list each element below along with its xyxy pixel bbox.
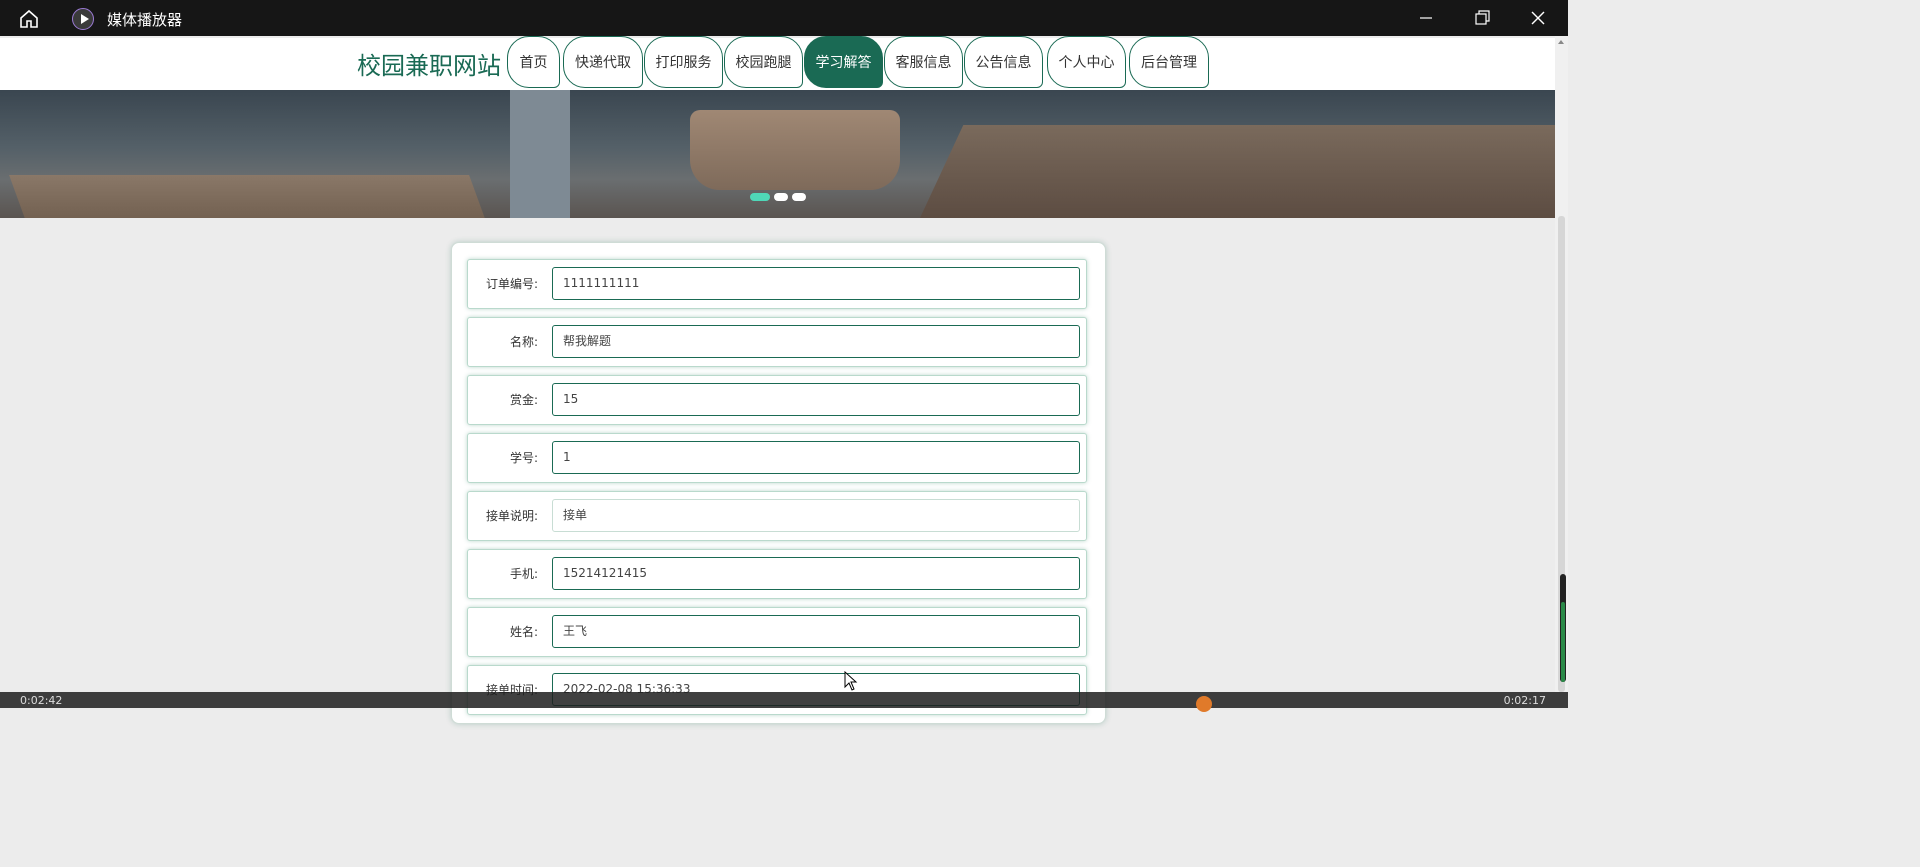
banner-image-chair [690,110,900,190]
banner-carousel[interactable] [0,90,1555,218]
phone-input[interactable]: 15214121415 [552,557,1080,590]
player-progress-bar[interactable]: 0:02:42 0:02:17 [0,692,1568,712]
nav-item-express-pickup[interactable]: 快递代取 [563,36,643,88]
field-label: 学号: [509,451,538,465]
field-accept-note: 接单说明: 接单 [467,491,1087,541]
nav-item-print-service[interactable]: 打印服务 [644,36,723,88]
site-name[interactable]: 校园兼职网站 [357,46,501,81]
nav-item-admin[interactable]: 后台管理 [1129,36,1209,88]
nav-item-customer-service[interactable]: 客服信息 [884,36,963,88]
field-label: 赏金: [509,393,538,407]
close-icon[interactable] [1528,8,1548,28]
banner-image-desk-left [9,175,491,218]
nav-item-campus-errand[interactable]: 校园跑腿 [724,36,803,88]
order-detail-card: 订单编号: 1111111111 名称: 帮我解题 赏金: 15 学号: 1 接… [451,242,1106,724]
carousel-dot-3[interactable] [792,193,806,201]
field-label: 名称: [509,335,538,349]
field-student-id: 学号: 1 [467,433,1087,483]
scroll-up-icon[interactable] [1558,40,1564,44]
field-name: 名称: 帮我解题 [467,317,1087,367]
site-header: 校园兼职网站 首页 快递代取 打印服务 校园跑腿 学习解答 客服信息 公告信息 … [0,36,1555,90]
field-full-name: 姓名: 王飞 [467,607,1087,657]
field-label: 姓名: [509,625,538,639]
student-id-input[interactable]: 1 [552,441,1080,474]
window-title: 媒体播放器 [107,11,183,29]
nav-item-study-help[interactable]: 学习解答 [804,36,883,88]
seek-knob[interactable] [1196,696,1212,712]
field-phone: 手机: 15214121415 [467,549,1087,599]
nav-item-announcements[interactable]: 公告信息 [964,36,1043,88]
full-name-input[interactable]: 王飞 [552,615,1080,648]
field-order-number: 订单编号: 1111111111 [467,259,1087,309]
name-input[interactable]: 帮我解题 [552,325,1080,358]
field-label: 接单说明: [485,509,538,523]
media-player-titlebar: 媒体播放器 [0,0,1568,36]
home-icon[interactable] [18,8,40,30]
carousel-dot-2[interactable] [774,193,788,201]
field-label: 订单编号: [485,277,538,291]
banner-image-chair-legs [510,90,570,218]
accept-note-input[interactable]: 接单 [552,499,1080,532]
field-label: 手机: [509,567,538,581]
nav-item-personal-center[interactable]: 个人中心 [1047,36,1126,88]
banner-image-desk-right [916,125,1555,218]
media-player-app-icon [72,8,94,30]
reward-input[interactable]: 15 [552,383,1080,416]
carousel-dot-1[interactable] [750,193,770,201]
minimize-icon[interactable] [1416,8,1436,28]
restore-icon[interactable] [1472,8,1492,28]
field-reward: 赏金: 15 [467,375,1087,425]
mouse-cursor-icon [844,671,858,691]
nav-item-home[interactable]: 首页 [507,36,560,88]
remaining-time: 0:02:17 [1503,694,1546,707]
elapsed-time: 0:02:42 [20,694,63,707]
volume-slider[interactable] [1560,574,1566,682]
order-number-input[interactable]: 1111111111 [552,267,1080,300]
volume-level-fill [1561,602,1565,682]
